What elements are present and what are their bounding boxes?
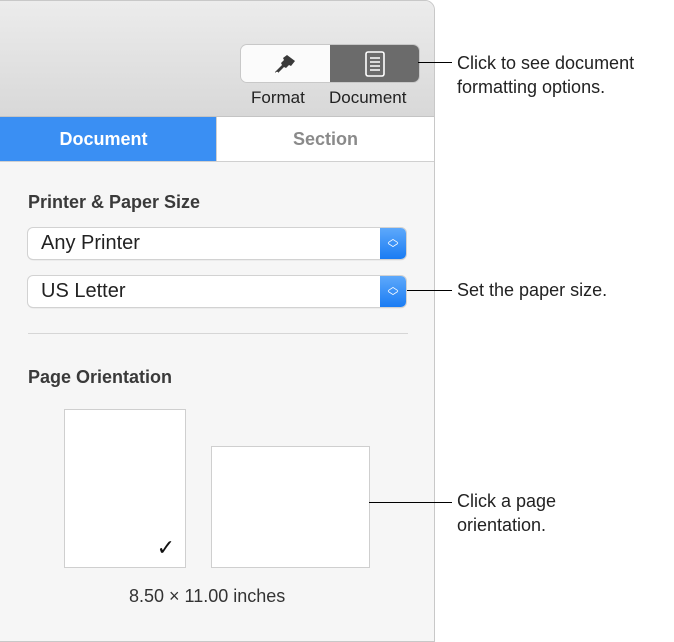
printer-select[interactable]: Any Printer ︿ ﹀ [28, 228, 406, 259]
paper-size-select-value: US Letter [41, 280, 126, 302]
landscape-orientation-option[interactable] [211, 446, 370, 568]
page-dimensions: 8.50 × 11.00 inches [129, 586, 286, 606]
format-label: Format [251, 88, 305, 107]
document-inspector-panel: Format Document Document Section Printer… [0, 0, 435, 642]
callout-text: Click to see document [457, 53, 635, 73]
printer-paper-size-heading: Printer & Paper Size [28, 192, 201, 212]
section-divider [28, 333, 408, 334]
callout-document: Click to see document formatting options. [457, 51, 634, 99]
callout-line [407, 290, 452, 291]
portrait-orientation-option[interactable]: ✓ [64, 409, 186, 568]
tab-section[interactable]: Section [216, 117, 434, 161]
callout-text: formatting options. [457, 77, 606, 97]
tab-document[interactable]: Document [0, 117, 216, 161]
inspector-segmented-control [241, 45, 419, 82]
callout-text: orientation. [457, 515, 547, 535]
callout-line [418, 62, 452, 63]
document-icon [364, 50, 385, 77]
inspector-toolbar: Format Document [0, 1, 434, 117]
paintbrush-icon [274, 54, 295, 74]
printer-select-value: Any Printer [41, 232, 140, 254]
document-button[interactable] [330, 45, 419, 82]
paper-size-select[interactable]: US Letter ︿ ﹀ [28, 276, 406, 307]
format-button[interactable] [241, 45, 330, 82]
document-label: Document [329, 88, 407, 107]
callout-orientation: Click a page orientation. [457, 489, 556, 537]
callout-line [369, 502, 452, 503]
chevron-up-down-icon: ︿ ﹀ [380, 228, 406, 259]
callout-paper: Set the paper size. [457, 280, 608, 300]
checkmark-icon: ✓ [156, 535, 175, 560]
callout-text: Click a page [457, 491, 557, 511]
page-orientation-heading: Page Orientation [28, 367, 173, 387]
chevron-up-down-icon: ︿ ﹀ [380, 276, 406, 307]
inspector-tabs: Document Section [0, 117, 434, 162]
